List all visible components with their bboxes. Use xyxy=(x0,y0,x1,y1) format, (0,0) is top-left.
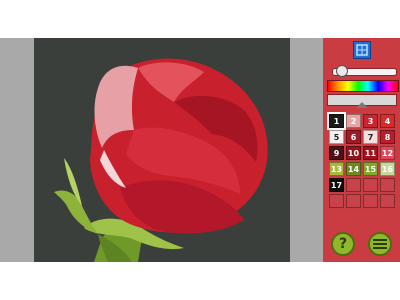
left-gutter xyxy=(0,38,34,262)
palette-color-cell[interactable]: 5 xyxy=(329,130,344,144)
control-panel: 1 2 3 4 5 6 7 8 9 10 11 12 13 14 15 16 17 ? xyxy=(323,38,400,262)
color-spectrum-bar[interactable] xyxy=(327,80,399,92)
palette-color-cell[interactable]: 17 xyxy=(329,178,344,192)
palette-color-cell[interactable] xyxy=(380,178,395,192)
palette-color-cell[interactable]: 10 xyxy=(346,146,361,160)
grid-view-glyph xyxy=(356,44,368,56)
brush-size-slider[interactable] xyxy=(332,65,397,77)
bottom-letterbox xyxy=(0,262,400,300)
palette-color-cell[interactable]: 7 xyxy=(363,130,378,144)
palette-scroll-up-button[interactable] xyxy=(327,94,397,108)
chevron-up-icon xyxy=(356,102,368,108)
palette-color-cell[interactable] xyxy=(329,194,344,208)
palette-color-cell[interactable]: 3 xyxy=(363,114,378,128)
hint-button[interactable]: ? xyxy=(331,232,355,256)
palette-grid: 1 2 3 4 5 6 7 8 9 10 11 12 13 14 15 16 17 xyxy=(327,112,395,208)
grid-view-icon[interactable] xyxy=(353,41,371,59)
palette-color-cell[interactable]: 11 xyxy=(363,146,378,160)
top-letterbox xyxy=(0,0,400,38)
palette-color-cell[interactable]: 15 xyxy=(363,162,378,176)
palette-color-cell[interactable]: 14 xyxy=(346,162,361,176)
brush-size-knob[interactable] xyxy=(336,65,349,77)
palette-color-cell[interactable]: 4 xyxy=(380,114,395,128)
palette-color-cell[interactable] xyxy=(380,194,395,208)
palette-color-cell[interactable]: 8 xyxy=(380,130,395,144)
palette-color-cell[interactable]: 9 xyxy=(329,146,344,160)
palette-color-cell[interactable] xyxy=(363,194,378,208)
palette-color-cell[interactable]: 1 xyxy=(327,112,346,130)
palette-color-cell[interactable]: 12 xyxy=(380,146,395,160)
palette-color-cell[interactable] xyxy=(346,178,361,192)
palette-color-cell[interactable]: 6 xyxy=(346,130,361,144)
palette-color-cell[interactable] xyxy=(346,194,361,208)
hint-label: ? xyxy=(338,236,348,252)
palette-color-cell[interactable]: 2 xyxy=(346,114,361,128)
menu-button[interactable] xyxy=(368,232,392,256)
right-gutter xyxy=(290,38,323,262)
palette-color-cell[interactable] xyxy=(363,178,378,192)
palette-color-cell[interactable]: 13 xyxy=(329,162,344,176)
hamburger-menu-icon xyxy=(373,239,387,249)
palette-color-cell[interactable]: 16 xyxy=(380,162,395,176)
coloring-canvas[interactable] xyxy=(34,38,290,262)
